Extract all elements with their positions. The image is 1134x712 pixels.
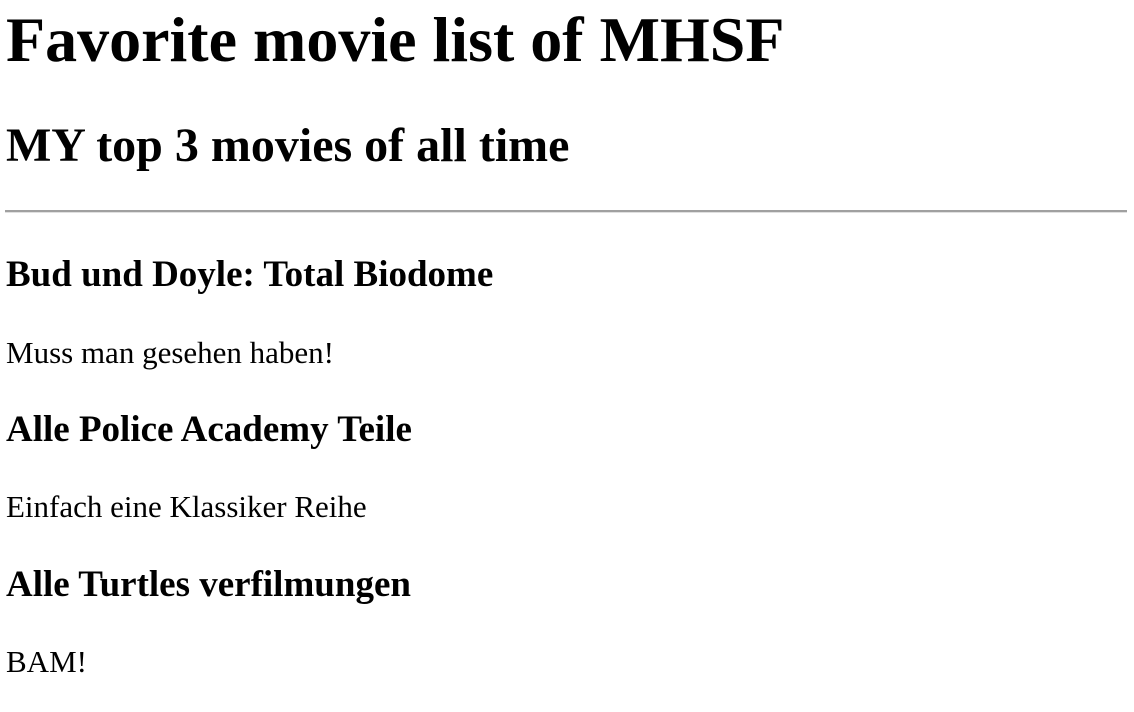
divider bbox=[5, 210, 1127, 213]
movie-comment: BAM! bbox=[6, 644, 87, 679]
movie-comment: Muss man gesehen haben! bbox=[6, 335, 334, 370]
movie-title: Alle Turtles verfilmungen bbox=[6, 564, 411, 605]
page-subtitle: MY top 3 movies of all time bbox=[6, 119, 570, 172]
movie-title: Bud und Doyle: Total Biodome bbox=[6, 254, 494, 295]
movie-comment: Einfach eine Klassiker Reihe bbox=[6, 489, 367, 524]
movie-title: Alle Police Academy Teile bbox=[6, 409, 412, 450]
page-title: Favorite movie list of MHSF bbox=[6, 4, 785, 75]
